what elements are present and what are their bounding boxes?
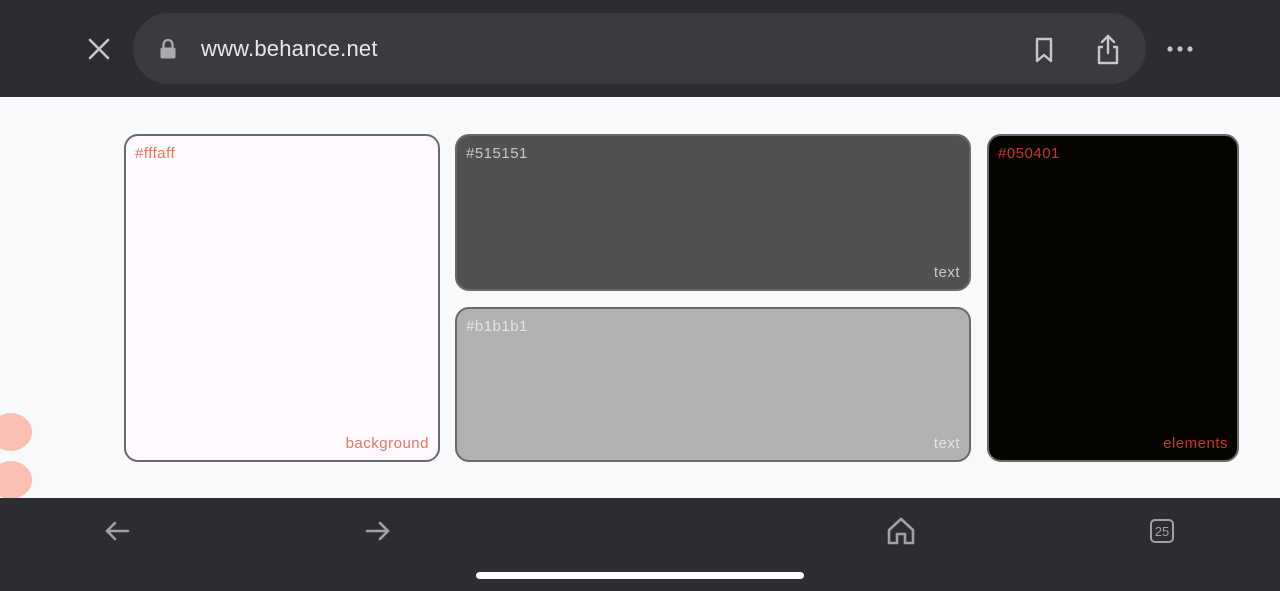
color-swatch-text-light: #b1b1b1 text: [455, 307, 971, 462]
swatch-hex-label: #515151: [466, 145, 528, 162]
browser-bottom-bar: 25: [0, 498, 1280, 591]
bookmark-button[interactable]: [1029, 35, 1059, 65]
more-options-button[interactable]: [1163, 36, 1197, 62]
decorative-circle: [0, 413, 32, 451]
color-swatch-text-dark: #515151 text: [455, 134, 971, 291]
home-icon: [887, 517, 915, 545]
swatch-hex-label: #b1b1b1: [466, 318, 528, 335]
home-button[interactable]: [884, 514, 918, 548]
close-button[interactable]: [84, 34, 114, 64]
swatch-role-label: text: [933, 264, 960, 281]
home-indicator: [476, 572, 804, 579]
address-bar[interactable]: www.behance.net: [133, 13, 1146, 84]
decorative-circle: [0, 461, 32, 498]
close-icon: [88, 38, 110, 60]
share-button[interactable]: [1091, 33, 1125, 67]
forward-arrow-icon: [365, 521, 390, 541]
tabs-button[interactable]: 25: [1145, 514, 1179, 548]
swatch-hex-label: #050401: [998, 145, 1060, 162]
more-icon: [1167, 46, 1193, 52]
forward-button[interactable]: [361, 514, 395, 548]
back-button[interactable]: [100, 514, 134, 548]
browser-top-bar: www.behance.net: [0, 0, 1280, 97]
color-swatch-elements: #050401 elements: [987, 134, 1239, 462]
share-icon: [1097, 34, 1119, 65]
swatch-role-label: elements: [1163, 435, 1228, 452]
page-content: #fffaff background #515151 text #b1b1b1 …: [0, 97, 1280, 498]
tabs-icon: 25: [1150, 519, 1174, 543]
bookmark-icon: [1035, 37, 1053, 63]
swatch-role-label: text: [933, 435, 960, 452]
swatch-role-label: background: [345, 435, 429, 452]
swatch-hex-label: #fffaff: [135, 145, 176, 162]
lock-icon: [160, 38, 176, 59]
back-arrow-icon: [105, 521, 130, 541]
color-swatch-background: #fffaff background: [124, 134, 440, 462]
url-text[interactable]: www.behance.net: [201, 36, 378, 62]
